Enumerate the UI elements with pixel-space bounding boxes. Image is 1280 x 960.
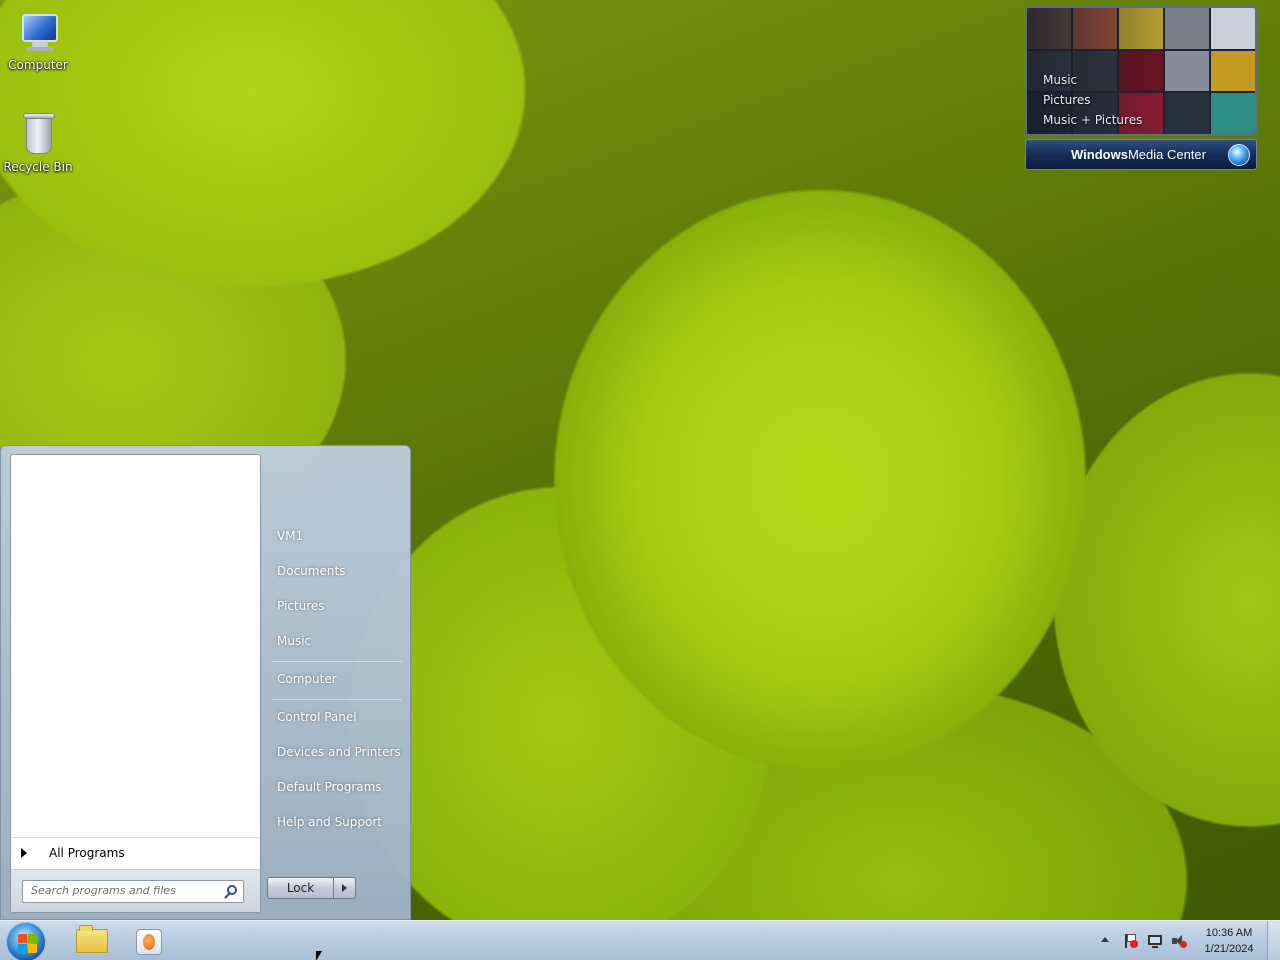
show-hidden-icons-button[interactable]	[1101, 937, 1109, 942]
computer-icon	[14, 8, 62, 56]
show-desktop-button[interactable]	[1267, 921, 1280, 960]
mouse-cursor-icon	[316, 951, 322, 960]
separator	[272, 661, 402, 662]
media-player-icon	[136, 929, 162, 955]
folder-icon	[76, 925, 108, 953]
desktop-icon-recycle-bin[interactable]: Recycle Bin	[0, 110, 76, 174]
search-icon[interactable]	[227, 885, 237, 895]
action-center-flag-icon[interactable]	[1123, 933, 1139, 949]
media-center-launch-bar[interactable]: Windows Media Center	[1025, 139, 1257, 170]
taskbar: 10:36 AM 1/21/2024	[0, 920, 1280, 960]
system-clock[interactable]: 10:36 AM 1/21/2024	[1196, 925, 1262, 957]
desktop-icon-label: Recycle Bin	[3, 160, 73, 174]
start-menu: All Programs Search programs and files V…	[0, 445, 411, 920]
gadget-item-music[interactable]: Music	[1043, 70, 1142, 90]
clock-time: 10:36 AM	[1205, 927, 1253, 939]
taskbar-media-player-button[interactable]	[122, 923, 178, 959]
search-placeholder: Search programs and files	[31, 884, 176, 897]
start-item-default-programs[interactable]: Default Programs	[270, 772, 404, 802]
start-menu-programs-pane: All Programs Search programs and files	[10, 454, 261, 913]
start-item-documents[interactable]: Documents	[270, 556, 404, 586]
desktop-icon-label: Computer	[8, 58, 68, 72]
desktop-icon-computer[interactable]: Computer	[0, 8, 76, 72]
separator	[272, 699, 402, 700]
taskbar-explorer-button[interactable]	[60, 923, 116, 959]
start-item-music[interactable]: Music	[270, 626, 404, 656]
start-item-control-panel[interactable]: Control Panel	[270, 702, 404, 732]
arrow-right-icon	[21, 847, 27, 858]
start-item-help-support[interactable]: Help and Support	[270, 807, 404, 837]
all-programs-label: All Programs	[49, 845, 125, 860]
volume-muted-icon[interactable]	[1171, 933, 1187, 949]
start-menu-places-pane: VM1 Documents Pictures Music Computer Co…	[264, 446, 410, 921]
start-item-devices-printers[interactable]: Devices and Printers	[270, 737, 404, 767]
network-icon[interactable]	[1147, 933, 1163, 949]
start-item-vm1[interactable]: VM1	[270, 521, 404, 551]
search-area: Search programs and files	[11, 869, 260, 912]
media-center-gadget[interactable]: Music Pictures Music + Pictures	[1025, 6, 1257, 136]
start-item-pictures[interactable]: Pictures	[270, 591, 404, 621]
clock-date: 1/21/2024	[1204, 943, 1254, 955]
start-item-computer[interactable]: Computer	[270, 664, 404, 694]
recycle-bin-icon	[14, 110, 62, 158]
lock-button[interactable]: Lock	[267, 877, 334, 899]
start-button[interactable]	[6, 922, 46, 960]
all-programs-button[interactable]: All Programs	[11, 837, 260, 867]
windows-flag-icon	[18, 934, 27, 943]
media-center-brand: Windows	[1071, 147, 1128, 162]
gadget-item-music-pictures[interactable]: Music + Pictures	[1043, 110, 1142, 130]
shutdown-options-button[interactable]	[334, 877, 356, 899]
media-center-title: Media Center	[1127, 147, 1206, 162]
windows-logo-icon	[1228, 144, 1250, 166]
search-input[interactable]: Search programs and files	[22, 880, 244, 903]
gadget-item-pictures[interactable]: Pictures	[1043, 90, 1142, 110]
